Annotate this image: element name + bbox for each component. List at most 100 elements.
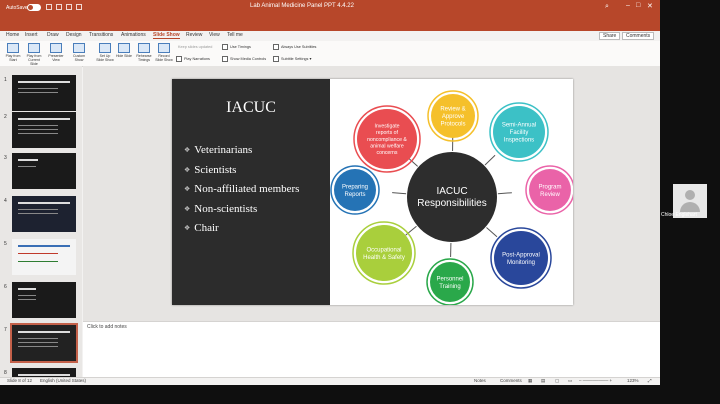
thumbnail-number: 4 [4, 198, 7, 204]
list-item: ❖ Non-scientists [184, 202, 258, 215]
responsibility-label: Occupational [366, 247, 401, 253]
tab-slide-show[interactable]: Slide Show [153, 32, 180, 39]
slide-thumbnail-7-selected[interactable] [10, 323, 78, 363]
play-narrations-checkbox[interactable]: Play Narrations [176, 56, 210, 62]
rehearse-timings-button[interactable]: Rehearse Timings [135, 43, 153, 62]
save-icon[interactable] [56, 4, 62, 10]
responsibility-label: Inspections [504, 138, 534, 144]
responsibility-label: Semi-Annual [502, 123, 536, 129]
notes-toggle[interactable]: Notes [474, 378, 486, 383]
minimize-button[interactable]: – [626, 2, 630, 9]
slide-counter: Slide 8 of 12 [7, 378, 33, 383]
play-from-start-button[interactable]: Play from Start [4, 43, 22, 62]
zoom-slider[interactable]: – ──────── + [579, 378, 612, 383]
subtitle-settings-dropdown[interactable]: Subtitle Settings ▾ [273, 56, 311, 62]
tab-draw[interactable]: Draw [47, 32, 59, 38]
thumbnail-number: 1 [4, 77, 7, 83]
responsibility-label: Protocols [440, 122, 465, 128]
center-circle [407, 152, 497, 242]
redo-icon[interactable] [76, 4, 82, 10]
responsibility-label: Health & Safety [363, 255, 405, 261]
reading-view-icon[interactable]: ▢ [555, 378, 559, 384]
always-use-subtitles-checkbox[interactable]: Always Use Subtitles [273, 44, 316, 50]
sorter-view-icon[interactable]: ▤ [541, 378, 545, 384]
hide-slide-button[interactable]: Hide Slide [115, 43, 133, 58]
tab-transitions[interactable]: Transitions [89, 32, 113, 38]
comments-toggle[interactable]: Comments [500, 378, 522, 383]
responsibility-label: Monitoring [507, 260, 535, 266]
diamond-bullet-icon: ❖ [184, 146, 191, 154]
bottom-bar [0, 385, 720, 404]
maximize-button[interactable]: □ [636, 2, 640, 9]
normal-view-icon[interactable]: ▦ [528, 378, 532, 384]
connector-arrow [486, 227, 498, 238]
diamond-bullet-icon: ❖ [184, 165, 191, 174]
diamond-bullet-icon: ❖ [184, 204, 191, 213]
list-item: ❖ Non-affiliated members [184, 183, 300, 195]
slide-title: IACUC [226, 99, 276, 116]
list-item: ❖ Scientists [184, 163, 237, 176]
fit-slide-icon[interactable]: ⤢ [648, 378, 652, 383]
notes-placeholder: Click to add notes [87, 324, 127, 330]
set-up-slide-show-button[interactable]: Set Up Slide Show [96, 43, 114, 62]
responsibility-label: Post-Approval [502, 252, 540, 258]
thumbnail-number: 7 [4, 327, 7, 333]
thumbnail-number: 3 [4, 155, 7, 161]
connector-arrow [484, 154, 496, 166]
slide-thumbnail-2[interactable] [12, 112, 76, 148]
notes-pane[interactable]: Click to add notes [83, 321, 660, 378]
member-list: ❖ Veterinarians ❖ Scientists ❖ Non-affiliat… [184, 144, 299, 242]
responsibility-label: noncompliance & [367, 137, 407, 143]
comments-button[interactable]: Comments [622, 32, 655, 40]
presenter-icon [50, 43, 62, 53]
participant-name: Chloe Englehart [661, 212, 697, 218]
responsibility-label: Approve [442, 114, 465, 120]
zoom-level[interactable]: 123% [627, 378, 639, 383]
autosave-label: AutoSave [6, 5, 28, 11]
setup-icon [99, 43, 111, 53]
tab-animations[interactable]: Animations [121, 32, 146, 38]
keep-slides-updated-option[interactable]: Keep slides updated [178, 45, 212, 49]
tab-review[interactable]: Review [186, 32, 202, 38]
current-slide[interactable]: IACUC ❖ Veterinarians ❖ Scientists ❖ Non-af… [172, 79, 573, 305]
connector-arrow [405, 225, 417, 236]
thumbnail-number: 2 [4, 114, 7, 120]
responsibility-label: Reports [344, 192, 365, 198]
tab-home[interactable]: Home [6, 32, 19, 38]
slide-thumbnail-6[interactable] [12, 282, 76, 318]
thumbnail-number: 8 [4, 370, 7, 376]
responsibility-label: concerns [376, 150, 397, 156]
list-item: ❖ Veterinarians [184, 144, 253, 156]
share-button[interactable]: Share [599, 32, 621, 40]
connector-arrow [392, 192, 407, 195]
use-timings-checkbox[interactable]: Use Timings [222, 44, 251, 50]
undo-icon[interactable] [66, 4, 72, 10]
responsibility-label: Review [540, 192, 560, 198]
play-icon [28, 43, 40, 53]
autosave-toggle[interactable] [27, 4, 41, 11]
slide-thumbnail-1[interactable] [12, 75, 76, 111]
show-media-controls-checkbox[interactable]: Show Media Controls [222, 56, 266, 62]
slide-thumbnail-4[interactable] [12, 196, 76, 232]
tab-insert[interactable]: Insert [25, 32, 38, 38]
home-icon[interactable] [46, 4, 52, 10]
responsibility-label: animal welfare [370, 144, 404, 150]
slide-thumbnail-3[interactable] [12, 153, 76, 189]
tab-design[interactable]: Design [66, 32, 82, 38]
language-indicator[interactable]: English (United States) [40, 378, 86, 383]
slide-thumbnails-pane: 1 2 3 4 5 6 7 8 [0, 66, 82, 377]
presenter-view-button[interactable]: Presenter View [47, 43, 65, 62]
slide-thumbnail-8[interactable] [12, 368, 76, 377]
list-item: ❖ Chair [184, 222, 219, 234]
close-button[interactable]: ✕ [647, 2, 653, 10]
responsibility-label: Personnel [436, 276, 463, 282]
record-slide-show-button[interactable]: Record Slide Show [155, 43, 173, 62]
search-icon[interactable]: ⌕ [605, 3, 609, 11]
record-icon [158, 43, 170, 53]
slideshow-view-icon[interactable]: ▭ [568, 378, 572, 384]
tab-view[interactable]: View [209, 32, 220, 38]
custom-show-button[interactable]: Custom Show [70, 43, 88, 62]
play-from-current-button[interactable]: Play from Current Slide [25, 43, 43, 66]
tell-me-search[interactable]: Tell me [227, 32, 243, 38]
slide-thumbnail-5[interactable] [12, 239, 76, 275]
